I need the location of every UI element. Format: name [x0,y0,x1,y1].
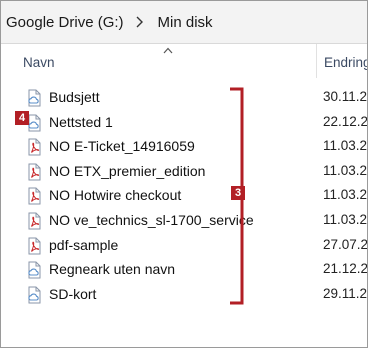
cloud-doc-icon [26,89,42,107]
file-date: 11.03.20 [323,162,368,178]
file-row[interactable]: NO Hotwire checkout 11.03.20 [1,184,367,208]
file-name: Budsjett [49,89,100,105]
file-row[interactable]: NO E-Ticket_14916059 11.03.20 [1,135,367,159]
breadcrumb-folder[interactable]: Min disk [158,14,213,31]
cloud-doc-icon [26,261,42,279]
pdf-icon [26,212,42,230]
pdf-icon [26,237,42,255]
file-date: 30.11.20 [323,89,368,104]
file-name: NO ve_technics_sl-1700_service [49,212,254,228]
file-row[interactable]: Nettsted 1 22.12.20 [1,111,367,135]
file-date: 21.12.20 [323,261,368,277]
annotation-badge-4: 4 [15,111,29,125]
pdf-icon [26,138,42,156]
file-row[interactable]: pdf-sample 27.07.20 [1,234,367,258]
cloud-doc-icon [26,286,42,304]
column-divider[interactable] [316,44,317,78]
file-date: 11.03.20 [323,187,368,203]
file-name: NO ETX_premier_edition [49,162,206,179]
chevron-right-icon[interactable] [133,15,147,29]
breadcrumb: Google Drive (G:) Min disk [1,1,367,44]
pdf-icon [26,187,42,205]
file-date: 11.03.20 [323,212,368,227]
column-header-date[interactable]: Endring [324,55,367,70]
file-row[interactable]: NO ETX_premier_edition 11.03.20 [1,160,367,184]
file-row[interactable]: SD-kort 29.11.20 [1,283,367,307]
file-name: NO Hotwire checkout [49,187,182,204]
column-header-name[interactable]: Navn [23,55,55,70]
sort-ascending-icon [163,47,173,54]
annotation-badge-3: 3 [231,186,245,200]
column-header-row: Navn Endring [1,44,367,78]
file-name: Nettsted 1 [49,113,113,130]
file-name: NO E-Ticket_14916059 [49,138,195,155]
file-date: 29.11.20 [323,285,368,301]
file-date: 27.07.20 [323,236,368,252]
file-name: pdf-sample [49,236,119,253]
file-name: Regneark uten navn [49,261,176,278]
breadcrumb-drive[interactable]: Google Drive (G:) [6,14,124,31]
file-date: 11.03.20 [323,138,368,154]
explorer-window: Google Drive (G:) Min disk Navn Endring … [0,0,368,348]
file-row[interactable]: Budsjett 30.11.20 [1,86,367,110]
file-row[interactable]: NO ve_technics_sl-1700_service 11.03.20 [1,209,367,233]
file-date: 22.12.20 [323,113,368,129]
pdf-icon [26,163,42,181]
file-row[interactable]: Regneark uten navn 21.12.20 [1,258,367,282]
file-name: SD-kort [49,285,97,302]
